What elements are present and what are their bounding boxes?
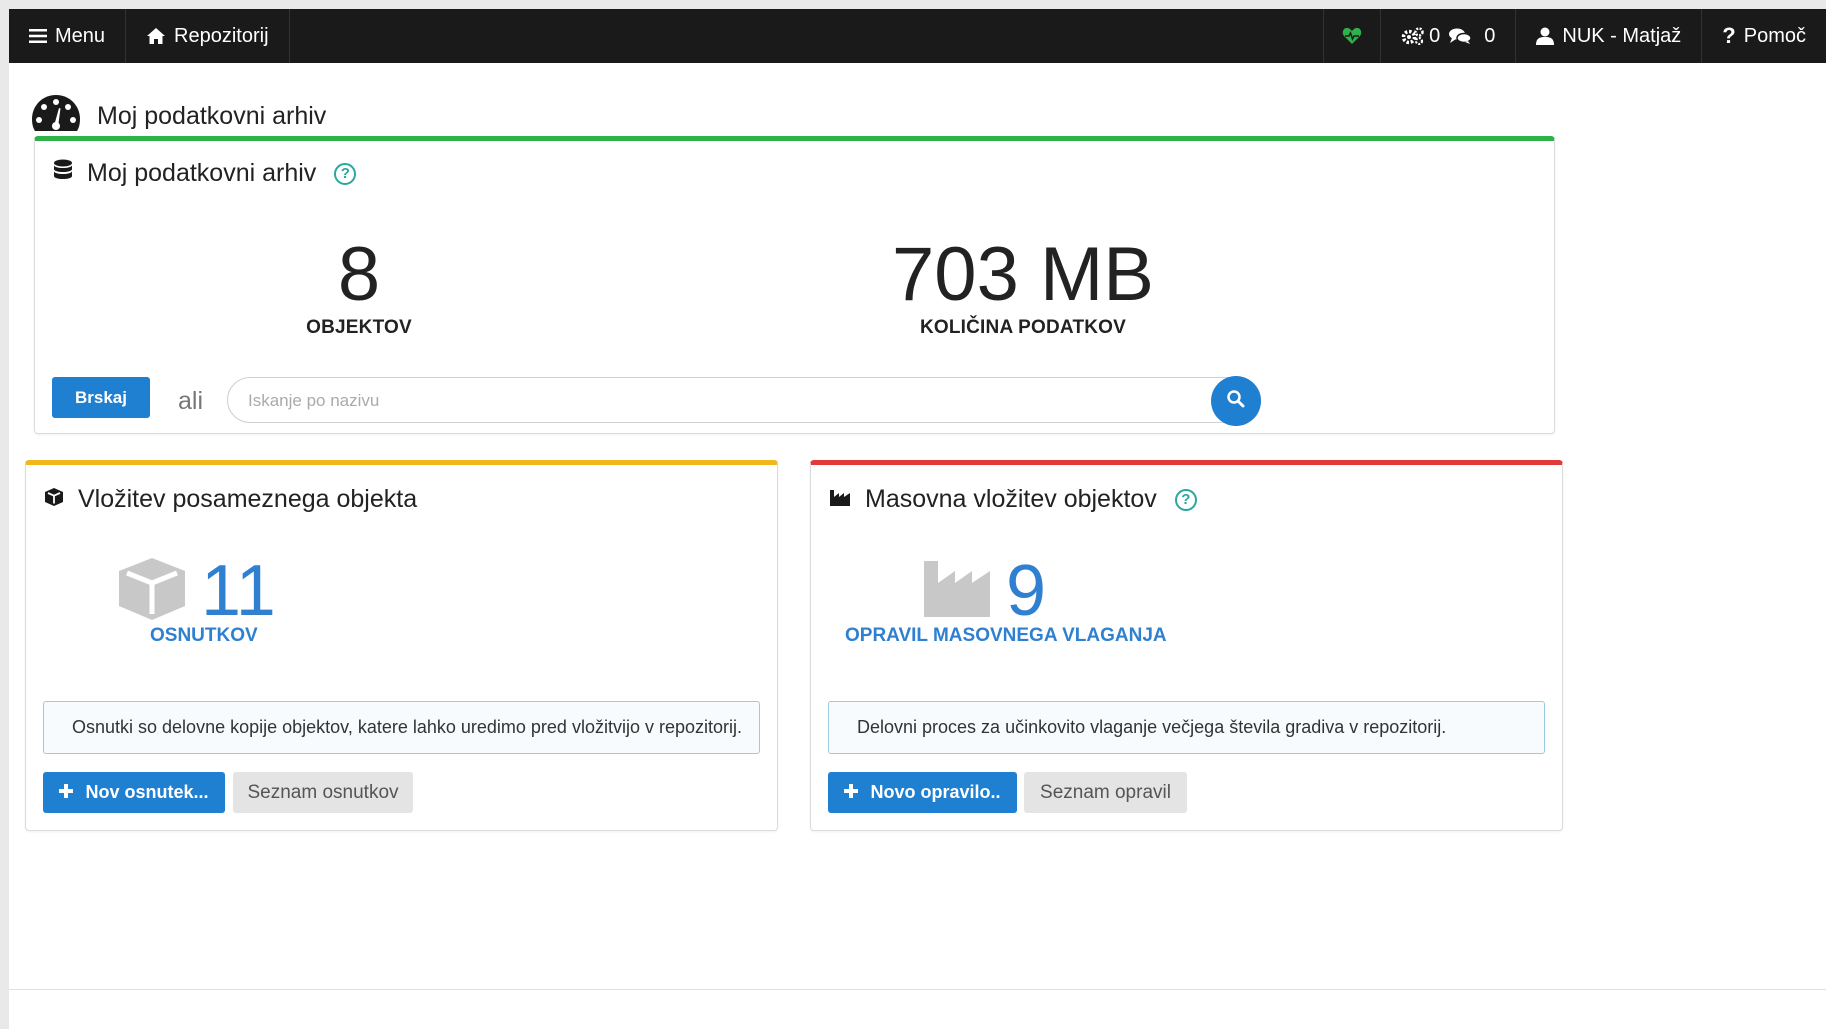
comments-icon — [1448, 27, 1473, 45]
drafts-label: OSNUTKOV — [150, 625, 258, 646]
navbar-spacer — [290, 9, 1324, 63]
page-title: Moj podatkovni arhiv — [31, 93, 326, 140]
repository-label: Repozitorij — [174, 24, 269, 47]
data-size-stat: 703 MB KOLIČINA PODATKOV — [873, 237, 1173, 339]
new-job-label: Novo opravilo.. — [870, 782, 1001, 802]
new-draft-label: Nov osnutek... — [85, 782, 209, 802]
single-ingest-title: Vložitev posameznega objekta — [78, 485, 418, 513]
user-menu-button[interactable]: NUK - Matjaž — [1515, 9, 1701, 63]
tasks-messages-button[interactable]: 0 0 — [1380, 9, 1515, 63]
objects-stat: 8 OBJEKTOV — [264, 237, 454, 339]
archive-panel-header: Moj podatkovni arhiv ? — [53, 159, 357, 188]
new-draft-button[interactable]: Nov osnutek... — [43, 772, 225, 813]
plus-icon — [59, 782, 74, 803]
bulk-ingest-header: Masovna vložitev objektov ? — [829, 485, 1197, 514]
menu-button[interactable]: Menu — [9, 9, 127, 63]
or-label: ali — [178, 387, 204, 415]
browse-button[interactable]: Brskaj — [52, 377, 150, 418]
hamburger-icon — [29, 28, 47, 44]
factory-icon — [829, 485, 851, 514]
search-button[interactable] — [1211, 376, 1261, 426]
home-icon — [146, 27, 166, 45]
objects-label: OBJEKTOV — [306, 317, 412, 338]
archive-panel-title: Moj podatkovni arhiv — [87, 159, 317, 187]
drafts-stat: 11 — [117, 555, 276, 627]
menu-label: Menu — [55, 24, 106, 47]
plus-icon — [844, 782, 859, 803]
bulk-ingest-panel: Masovna vložitev objektov ? 9 OPRAVIL MA… — [810, 460, 1563, 831]
data-size-label: KOLIČINA PODATKOV — [919, 317, 1127, 338]
dashboard-icon — [31, 93, 81, 140]
archive-panel: Moj podatkovni arhiv ? 8 OBJEKTOV 703 MB… — [34, 136, 1555, 434]
app-frame: Menu Repozitorij 0 0 NUK - Matjaž ? Pomo… — [9, 9, 1826, 1029]
data-size-value: 703 MB — [892, 232, 1154, 317]
new-job-button[interactable]: Novo opravilo.. — [828, 772, 1017, 813]
top-navbar: Menu Repozitorij 0 0 NUK - Matjaž ? Pomo… — [9, 9, 1826, 63]
bulk-jobs-stat: 9 — [922, 555, 1046, 627]
search-input[interactable] — [246, 378, 1202, 424]
tasks-count: 0 — [1429, 24, 1441, 47]
search-box — [227, 376, 1261, 426]
drafts-info-text: Osnutki so delovne kopije objektov, kate… — [72, 717, 742, 737]
user-icon — [1536, 27, 1555, 45]
single-ingest-header: Vložitev posameznega objekta — [44, 485, 417, 514]
bulk-info-box: Delovni proces za učinkovito vlaganje ve… — [828, 701, 1545, 754]
single-ingest-panel: Vložitev posameznega objekta 11 OSNUTKOV… — [25, 460, 778, 831]
question-icon: ? — [1722, 23, 1736, 48]
footer-divider — [9, 989, 1826, 990]
cogs-icon — [1401, 27, 1425, 45]
cube-large-icon — [117, 556, 187, 627]
page-title-text: Moj podatkovni arhiv — [97, 102, 327, 130]
bulk-info-text: Delovni proces za učinkovito vlaganje ve… — [857, 717, 1447, 737]
drafts-list-button[interactable]: Seznam osnutkov — [233, 772, 413, 813]
navbar-right: 0 0 NUK - Matjaž ? Pomoč — [1323, 9, 1826, 63]
status-heart-button[interactable] — [1323, 9, 1380, 63]
bulk-jobs-count: 9 — [1006, 551, 1047, 631]
database-icon — [53, 159, 73, 188]
bulk-jobs-label: OPRAVIL MASOVNEGA VLAGANJA — [845, 625, 1167, 646]
heartbeat-icon — [1342, 27, 1362, 45]
help-button[interactable]: ? Pomoč — [1701, 9, 1826, 63]
bulk-ingest-title: Masovna vložitev objektov — [865, 485, 1157, 513]
repository-link[interactable]: Repozitorij — [126, 9, 290, 63]
messages-count: 0 — [1484, 24, 1496, 47]
bulk-help-icon[interactable]: ? — [1174, 488, 1197, 511]
factory-large-icon — [922, 559, 992, 624]
drafts-info-box: Osnutki so delovne kopije objektov, kate… — [43, 701, 760, 754]
objects-count: 8 — [337, 232, 381, 317]
jobs-list-button[interactable]: Seznam opravil — [1024, 772, 1187, 813]
archive-help-icon[interactable]: ? — [334, 162, 357, 185]
user-label: NUK - Matjaž — [1562, 24, 1682, 47]
drafts-count: 11 — [201, 551, 276, 631]
help-label: Pomoč — [1743, 24, 1806, 47]
cube-icon — [44, 485, 64, 514]
search-icon — [1226, 389, 1246, 414]
